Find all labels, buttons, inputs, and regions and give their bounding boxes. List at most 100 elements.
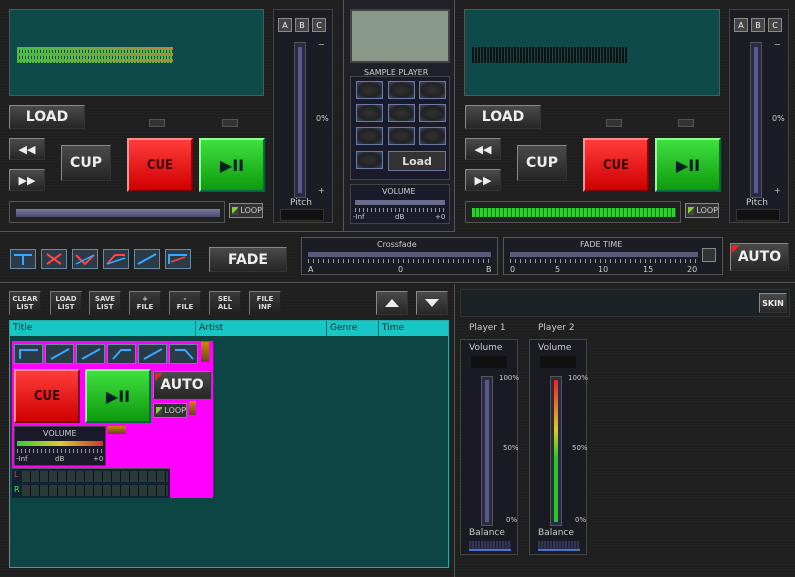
column-time[interactable]: Time (379, 321, 448, 336)
move-down-button[interactable] (416, 291, 448, 315)
deck1-pitch-slider[interactable] (294, 42, 306, 198)
deck2-fast-forward-button[interactable]: ▶▶ (465, 169, 501, 191)
crossfade-label-a: A (308, 265, 314, 274)
mini-volume-slider[interactable] (17, 441, 103, 446)
deck2-cue-button[interactable]: CUE (583, 138, 649, 192)
deck2-cue-c-button[interactable]: C (768, 18, 782, 32)
remove-file-button[interactable]: - FILE (169, 291, 201, 315)
sample-pad[interactable] (356, 151, 383, 169)
sample-pad[interactable] (419, 104, 446, 122)
column-genre[interactable]: Genre (327, 321, 379, 336)
deck2-pitch-label: Pitch (746, 198, 768, 208)
crossfade-panel: Crossfade A 0 B (301, 237, 498, 275)
mini-fade-curve-6-button[interactable] (169, 344, 198, 364)
deck2-cue-b-button[interactable]: B (751, 18, 765, 32)
player2-volume-slider[interactable] (550, 376, 562, 526)
deck2-position-bar[interactable] (465, 201, 681, 223)
column-artist[interactable]: Artist (196, 321, 327, 336)
mini-auto-label: AUTO (160, 377, 204, 393)
deck1-loop-button[interactable]: LOOP (229, 203, 263, 218)
sample-pad[interactable] (356, 127, 383, 145)
deck2-cue-a-button[interactable]: A (734, 18, 748, 32)
mini-fade-curve-5-button[interactable] (138, 344, 167, 364)
deck1-cue-c-button[interactable]: C (312, 18, 326, 32)
fadetime-slider[interactable] (510, 252, 698, 257)
fade-curve-3-button[interactable] (72, 249, 98, 269)
crossfade-slider[interactable] (308, 252, 491, 257)
crossfade-title: Crossfade (377, 240, 417, 249)
deck1-position-bar[interactable] (9, 201, 225, 223)
mini-fade-curve-1-button[interactable] (14, 344, 43, 364)
deck1-fast-forward-button[interactable]: ▶▶ (9, 169, 45, 191)
deck2-load-button[interactable]: LOAD (465, 105, 541, 129)
sampler-scale-left: -Inf (353, 213, 365, 221)
mini-volume-ticks (17, 449, 103, 453)
mini-play-pause-button[interactable]: ▶II (85, 369, 151, 423)
mini-fade-curve-1-icon (18, 349, 38, 359)
deck2-cup-button[interactable]: CUP (517, 145, 567, 181)
deck2-loop-button[interactable]: LOOP (685, 203, 719, 218)
deck2-play-pause-button[interactable]: ▶II (655, 138, 721, 192)
player1-volume-label: Volume (469, 343, 503, 353)
save-list-l2: LIST (96, 303, 114, 311)
mini-cue-button[interactable]: CUE (14, 369, 80, 423)
sample-pad[interactable] (419, 81, 446, 99)
deck2-display (464, 9, 720, 96)
deck1-rewind-button[interactable]: ◀◀ (9, 138, 45, 160)
player2-volume-label: Volume (538, 343, 572, 353)
sampler-load-button[interactable]: Load (388, 151, 446, 171)
deck2-pitch-slider[interactable] (750, 42, 762, 198)
sample-pad[interactable] (356, 81, 383, 99)
player1-balance-slider[interactable] (469, 541, 511, 551)
deck1-load-button[interactable]: LOAD (9, 105, 85, 129)
skin-button[interactable]: SKIN (759, 293, 787, 313)
deck2-level-meter (472, 47, 628, 63)
sample-pad[interactable] (388, 104, 415, 122)
playlist-table[interactable]: Title Artist Genre Time CUE ▶II AUTO LOO… (9, 320, 449, 568)
sampler-volume-ticks (355, 208, 445, 212)
mini-fade-curve-3-button[interactable] (76, 344, 105, 364)
select-all-button[interactable]: SEL ALL (209, 291, 241, 315)
deck2-indicator-1 (606, 119, 622, 127)
fade-curve-1-button[interactable] (10, 249, 36, 269)
sample-pad[interactable] (356, 104, 383, 122)
deck2-rewind-button[interactable]: ◀◀ (465, 138, 501, 160)
deck1-cup-button[interactable]: CUP (61, 145, 111, 181)
add-file-button[interactable]: + FILE (129, 291, 161, 315)
fadetime-handle[interactable] (702, 248, 716, 262)
fade-button[interactable]: FADE (209, 247, 287, 272)
file-info-button[interactable]: FILE INF (249, 291, 281, 315)
fadetime-ticks (510, 259, 698, 263)
save-list-button[interactable]: SAVE LIST (89, 291, 121, 315)
auto-button[interactable]: AUTO (730, 243, 789, 271)
fade-curve-4-icon (106, 254, 126, 265)
deck1-cue-b-button[interactable]: B (295, 18, 309, 32)
clear-list-button[interactable]: CLEAR LIST (9, 291, 41, 315)
player2-balance-slider[interactable] (538, 541, 580, 551)
mini-loop-button[interactable]: LOOP (153, 403, 187, 418)
deck2-pitch-minus: − (774, 40, 781, 49)
deck1-cue-button[interactable]: CUE (127, 138, 193, 192)
player1-volume-slider[interactable] (481, 376, 493, 526)
fade-curve-4-button[interactable] (103, 249, 129, 269)
deck1-cue-a-button[interactable]: A (278, 18, 292, 32)
mini-level-meter: L R (12, 468, 170, 498)
fadetime-tick-10: 10 (598, 265, 609, 274)
sample-pad[interactable] (388, 127, 415, 145)
deck2-indicator-2 (678, 119, 694, 127)
mini-auto-button[interactable]: AUTO (153, 371, 211, 399)
sample-pad[interactable] (419, 127, 446, 145)
sampler-volume-slider[interactable] (355, 200, 445, 205)
add-file-l2: FILE (136, 303, 154, 311)
move-up-button[interactable] (376, 291, 408, 315)
fade-curve-2-button[interactable] (41, 249, 67, 269)
mini-fade-curve-4-icon (111, 349, 131, 360)
load-list-button[interactable]: LOAD LIST (50, 291, 82, 315)
sample-pad[interactable] (388, 81, 415, 99)
mini-fade-curve-4-button[interactable] (107, 344, 136, 364)
deck1-play-pause-button[interactable]: ▶II (199, 138, 265, 192)
column-title[interactable]: Title (10, 321, 196, 336)
mini-fade-curve-2-button[interactable] (45, 344, 74, 364)
fade-curve-5-button[interactable] (134, 249, 160, 269)
fade-curve-6-button[interactable] (165, 249, 191, 269)
